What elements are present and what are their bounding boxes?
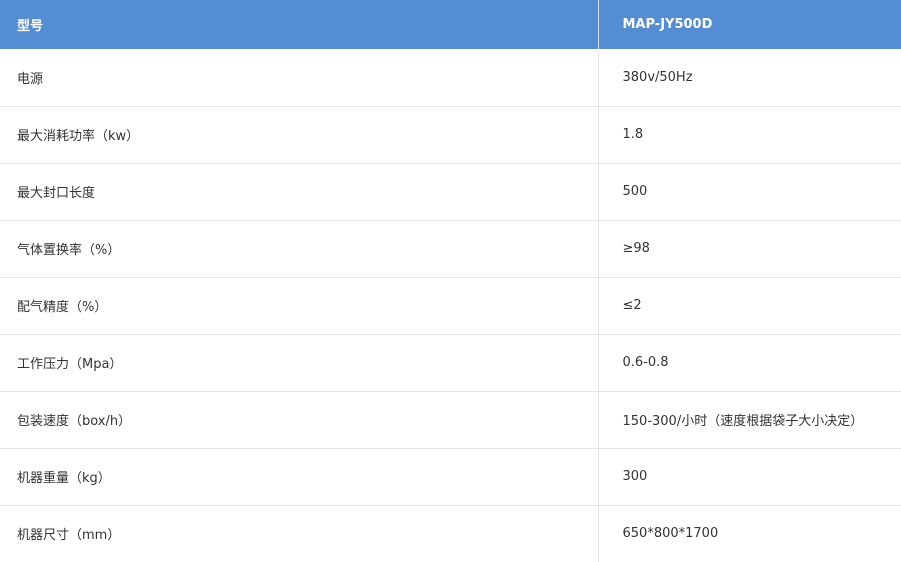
row-label-cell: 气体置换率（%） (0, 220, 599, 278)
row-value-cell: 650*800*1700 (622, 526, 719, 542)
header-label-cell: 型号 (0, 0, 599, 49)
table-row: 工作压力（Mpa） 0.6-0.8 (0, 334, 901, 392)
table-row: 电源 380v/50Hz (0, 49, 901, 107)
row-value-cell: 0.6-0.8 (598, 334, 901, 392)
row-label-cell: 最大消耗功率（kw） (0, 106, 599, 164)
row-value-cell: 1.8 (598, 106, 901, 164)
row-value-cell: ≤2 (598, 277, 901, 335)
row-label-cell: 机器尺寸（mm） (0, 505, 599, 562)
row-label-cell: 最大封口长度 (0, 163, 599, 221)
row-label-cell: 工作压力（Mpa） (0, 334, 599, 392)
row-value-cell: 150-300/小时（速度根据袋子大小决定） (598, 391, 901, 449)
spec-table: 型号 MAP-JY500D 电源 380v/50Hz 最大消耗功率（kw） 1.… (0, 0, 901, 562)
table-row: 机器重量（kg） 300 (0, 448, 901, 506)
row-label-cell: 配气精度（%） (0, 277, 599, 335)
header-value-cell: MAP-JY500D (598, 0, 901, 49)
table-row: 配气精度（%） ≤2 (0, 277, 901, 335)
row-label-cell: 包装速度（box/h） (0, 391, 599, 449)
row-value-cell: 380v/50Hz (598, 49, 901, 107)
table-row: 气体置换率（%） ≥98 (0, 220, 901, 278)
table-row: 最大消耗功率（kw） 1.8 (0, 106, 901, 164)
row-value-cell: 500 (598, 163, 901, 221)
row-label-cell: 电源 (0, 49, 599, 107)
row-value-cell: ≥98 (598, 220, 901, 278)
row-label-cell: 机器重量（kg） (0, 448, 599, 506)
table-row: 最大封口长度 500 (0, 163, 901, 221)
table-row: 机器尺寸（mm） 650*800*1700 (0, 505, 901, 562)
table-header-row: 型号 MAP-JY500D (0, 0, 901, 49)
row-value-cell: 300 (598, 448, 901, 506)
table-row: 包装速度（box/h） 150-300/小时（速度根据袋子大小决定） (0, 391, 901, 449)
